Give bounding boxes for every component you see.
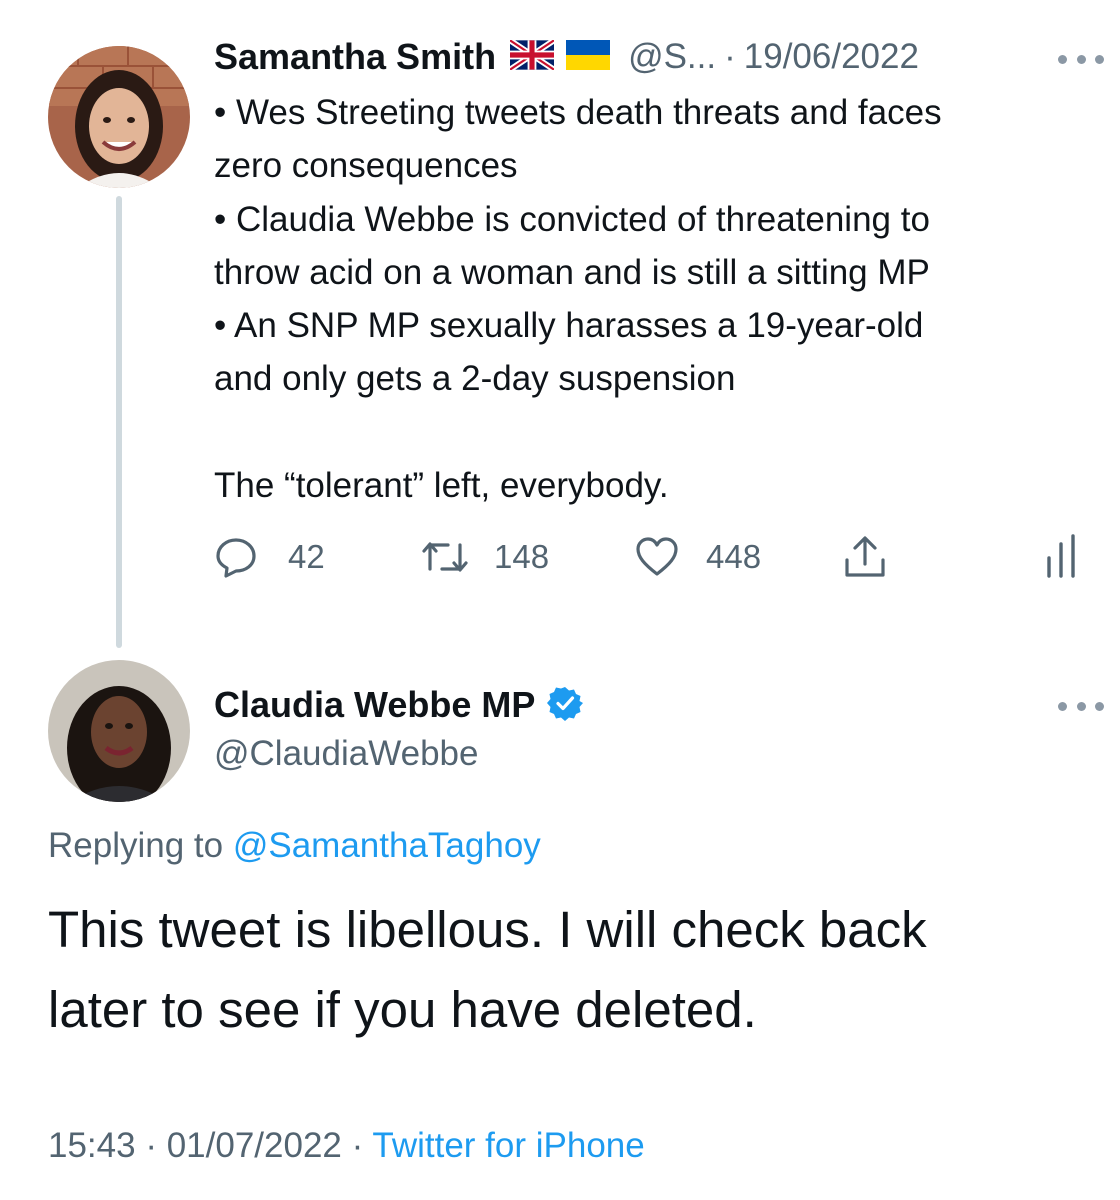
avatar-claudia-webbe[interactable]: [48, 660, 190, 802]
like-action[interactable]: 448: [634, 532, 761, 582]
avatar-samantha-smith[interactable]: [48, 46, 190, 188]
tweet-source-link[interactable]: Twitter for iPhone: [372, 1126, 644, 1165]
reply-author-row: Claudia Webbe MP: [214, 682, 584, 728]
author-handle[interactable]: @S...: [628, 37, 716, 77]
tweet-text-line: • Wes Streeting tweets death threats and…: [214, 93, 942, 132]
tweet-text-line: throw acid on a woman and is still a sit…: [214, 253, 930, 292]
retweet-action[interactable]: 148: [420, 532, 549, 582]
thread-connector-line: [116, 196, 122, 648]
share-action[interactable]: [842, 532, 888, 582]
tweet-date[interactable]: 19/06/2022: [744, 37, 919, 77]
replying-to-line: Replying to @SamanthaTaghoy: [48, 826, 541, 866]
tweet-text-line: • Claudia Webbe is convicted of threaten…: [214, 200, 930, 239]
header-separator: ·: [724, 37, 736, 76]
metadata-separator: ·: [145, 1126, 157, 1165]
tweet-text-line: zero consequences: [214, 146, 518, 185]
more-options-icon[interactable]: [1058, 52, 1104, 66]
share-icon: [842, 534, 888, 580]
heart-icon: [634, 536, 680, 578]
replying-to-handle-link[interactable]: @SamanthaTaghoy: [233, 826, 541, 865]
reply-action[interactable]: 42: [214, 532, 325, 582]
reply-count: 42: [288, 538, 325, 575]
metadata-separator: ·: [351, 1126, 364, 1165]
more-options-icon[interactable]: [1058, 699, 1104, 713]
reply-text-line: This tweet is libellous. I will check ba…: [48, 901, 927, 958]
tweet-text-line: and only gets a 2-day suspension: [214, 359, 736, 398]
reply-icon: [214, 535, 258, 579]
reply-author-handle[interactable]: @ClaudiaWebbe: [214, 734, 478, 774]
original-tweet-header: Samantha Smith @S... · 19/06/2022: [214, 34, 919, 80]
tweet-time[interactable]: 15:43: [48, 1126, 136, 1165]
reply-text-line: later to see if you have deleted.: [48, 981, 757, 1038]
reply-author-name[interactable]: Claudia Webbe MP: [214, 684, 535, 726]
tweet-text-line: The “tolerant” left, everybody.: [214, 466, 669, 505]
uk-flag-icon: [508, 37, 556, 75]
analytics-icon: [1044, 534, 1078, 580]
analytics-action[interactable]: [1044, 532, 1078, 582]
replying-to-label: Replying to: [48, 826, 224, 865]
retweet-icon: [420, 537, 470, 577]
tweet-metadata: 15:43 · 01/07/2022 · Twitter for iPhone: [48, 1126, 645, 1166]
like-count: 448: [706, 538, 762, 575]
retweet-count: 148: [494, 538, 550, 575]
verified-badge-icon: [547, 685, 584, 726]
tweet-text-line: • An SNP MP sexually harasses a 19-year-…: [214, 306, 924, 345]
author-name[interactable]: Samantha Smith: [214, 36, 496, 78]
ukraine-flag-icon: [566, 39, 611, 75]
tweet-date[interactable]: 01/07/2022: [167, 1126, 342, 1165]
